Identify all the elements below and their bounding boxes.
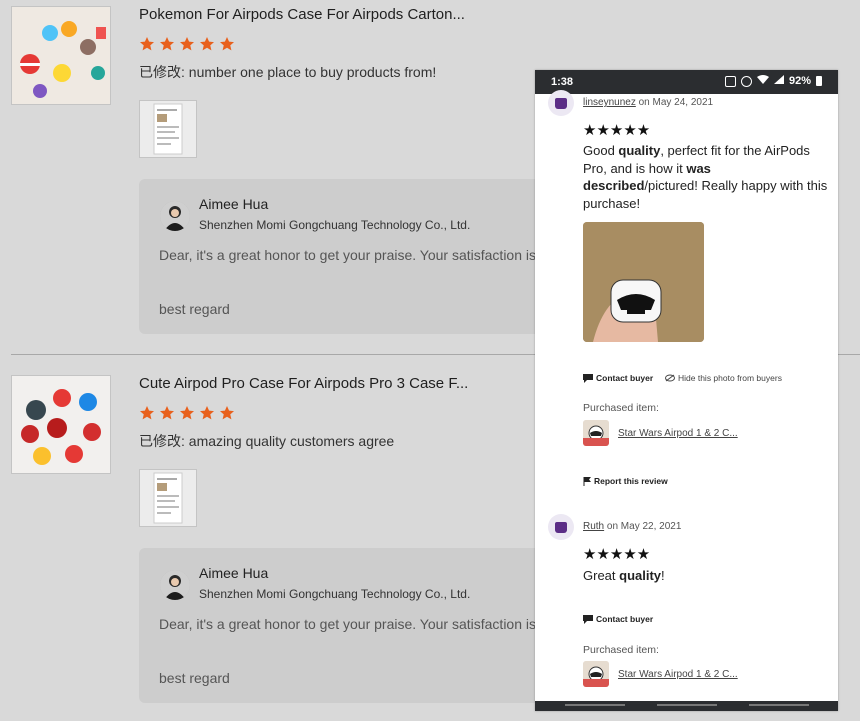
alarm-icon bbox=[740, 75, 752, 87]
nav-handle bbox=[749, 704, 809, 706]
nav-handle bbox=[657, 704, 717, 706]
star-icon bbox=[180, 37, 194, 51]
product-thumbnail[interactable] bbox=[11, 375, 111, 474]
review-comment: 已修改: amazing quality customers agree bbox=[139, 433, 395, 449]
review-meta: linseynunez on May 24, 2021 bbox=[583, 97, 713, 108]
eye-slash-icon bbox=[665, 374, 675, 382]
review-text: Great quality! bbox=[583, 568, 665, 583]
chat-icon bbox=[583, 373, 593, 383]
rating-stars bbox=[139, 405, 235, 421]
status-icons: 92% bbox=[724, 75, 822, 87]
star-icon bbox=[140, 406, 154, 420]
reply-signoff: best regard bbox=[159, 301, 230, 317]
product-title[interactable]: Pokemon For Airpods Case For Airpods Car… bbox=[139, 6, 465, 23]
review-stars: ★★★★★ bbox=[583, 122, 651, 139]
review-meta: Ruth on May 22, 2021 bbox=[583, 521, 681, 532]
status-time: 1:38 bbox=[551, 76, 574, 88]
review-date: on May 22, 2021 bbox=[604, 521, 682, 532]
review-photo[interactable] bbox=[583, 222, 704, 342]
reviewer-avatar bbox=[548, 90, 574, 116]
hide-photo-button[interactable]: Hide this photo from buyers bbox=[665, 373, 782, 383]
item-thumbnail bbox=[583, 420, 609, 446]
purchased-item-label: Purchased item: bbox=[583, 402, 659, 414]
star-icon bbox=[220, 37, 234, 51]
review-text: Good quality, perfect fit for the AirPod… bbox=[583, 143, 828, 211]
reply-text: Dear, it's a great honor to get your pra… bbox=[159, 616, 548, 632]
battery-icon bbox=[816, 76, 822, 86]
star-icon bbox=[160, 406, 174, 420]
purchased-item-label: Purchased item: bbox=[583, 644, 659, 656]
purchased-item[interactable]: Star Wars Airpod 1 & 2 C... bbox=[583, 661, 738, 687]
review-comment: 已修改: number one place to buy products fr… bbox=[139, 64, 437, 80]
item-link[interactable]: Star Wars Airpod 1 & 2 C... bbox=[618, 669, 738, 680]
seller-name: Aimee Hua bbox=[199, 196, 269, 212]
purchased-item[interactable]: Star Wars Airpod 1 & 2 C... bbox=[583, 420, 738, 446]
seller-company: Shenzhen Momi Gongchuang Technology Co.,… bbox=[199, 218, 471, 232]
star-icon bbox=[160, 37, 174, 51]
reviewer-avatar bbox=[548, 514, 574, 540]
item-link[interactable]: Star Wars Airpod 1 & 2 C... bbox=[618, 428, 738, 439]
lock-icon bbox=[724, 75, 736, 87]
star-icon bbox=[200, 37, 214, 51]
star-icon bbox=[220, 406, 234, 420]
seller-company: Shenzhen Momi Gongchuang Technology Co.,… bbox=[199, 587, 471, 601]
review-attachment-image[interactable] bbox=[139, 100, 197, 158]
chat-icon bbox=[583, 614, 593, 624]
phone-screenshot: 1:38 92% linseynunez on May 24, 2021 ★★★… bbox=[535, 70, 838, 711]
reply-text: Dear, it's a great honor to get your pra… bbox=[159, 247, 548, 263]
seller-name: Aimee Hua bbox=[199, 565, 269, 581]
seller-avatar bbox=[160, 570, 190, 600]
status-bar: 1:38 92% bbox=[535, 70, 838, 94]
review-attachment-image[interactable] bbox=[139, 469, 197, 527]
item-thumbnail bbox=[583, 661, 609, 687]
seller-reply: Aimee Hua Shenzhen Momi Gongchuang Techn… bbox=[139, 548, 559, 703]
star-icon bbox=[140, 37, 154, 51]
product-thumbnail[interactable] bbox=[11, 6, 111, 105]
star-icon bbox=[180, 406, 194, 420]
wifi-icon bbox=[756, 75, 769, 87]
signal-icon bbox=[773, 75, 784, 87]
review-stars: ★★★★★ bbox=[583, 546, 651, 563]
contact-buyer-button[interactable]: Contact buyer bbox=[583, 614, 653, 624]
reply-signoff: best regard bbox=[159, 670, 230, 686]
review-date: on May 24, 2021 bbox=[635, 97, 714, 108]
contact-buyer-button[interactable]: Contact buyer bbox=[583, 373, 653, 383]
flag-icon bbox=[583, 476, 591, 486]
nav-handle bbox=[565, 704, 625, 706]
battery-percent: 92% bbox=[788, 75, 811, 87]
rating-stars bbox=[139, 36, 235, 52]
seller-reply: Aimee Hua Shenzhen Momi Gongchuang Techn… bbox=[139, 179, 559, 334]
seller-avatar bbox=[160, 201, 190, 231]
report-review-button[interactable]: Report this review bbox=[583, 476, 668, 486]
product-title[interactable]: Cute Airpod Pro Case For Airpods Pro 3 C… bbox=[139, 375, 468, 392]
reviewer-name-link[interactable]: linseynunez bbox=[583, 97, 636, 108]
star-icon bbox=[200, 406, 214, 420]
nav-bar bbox=[535, 701, 838, 711]
reviewer-name-link[interactable]: Ruth bbox=[583, 521, 604, 532]
